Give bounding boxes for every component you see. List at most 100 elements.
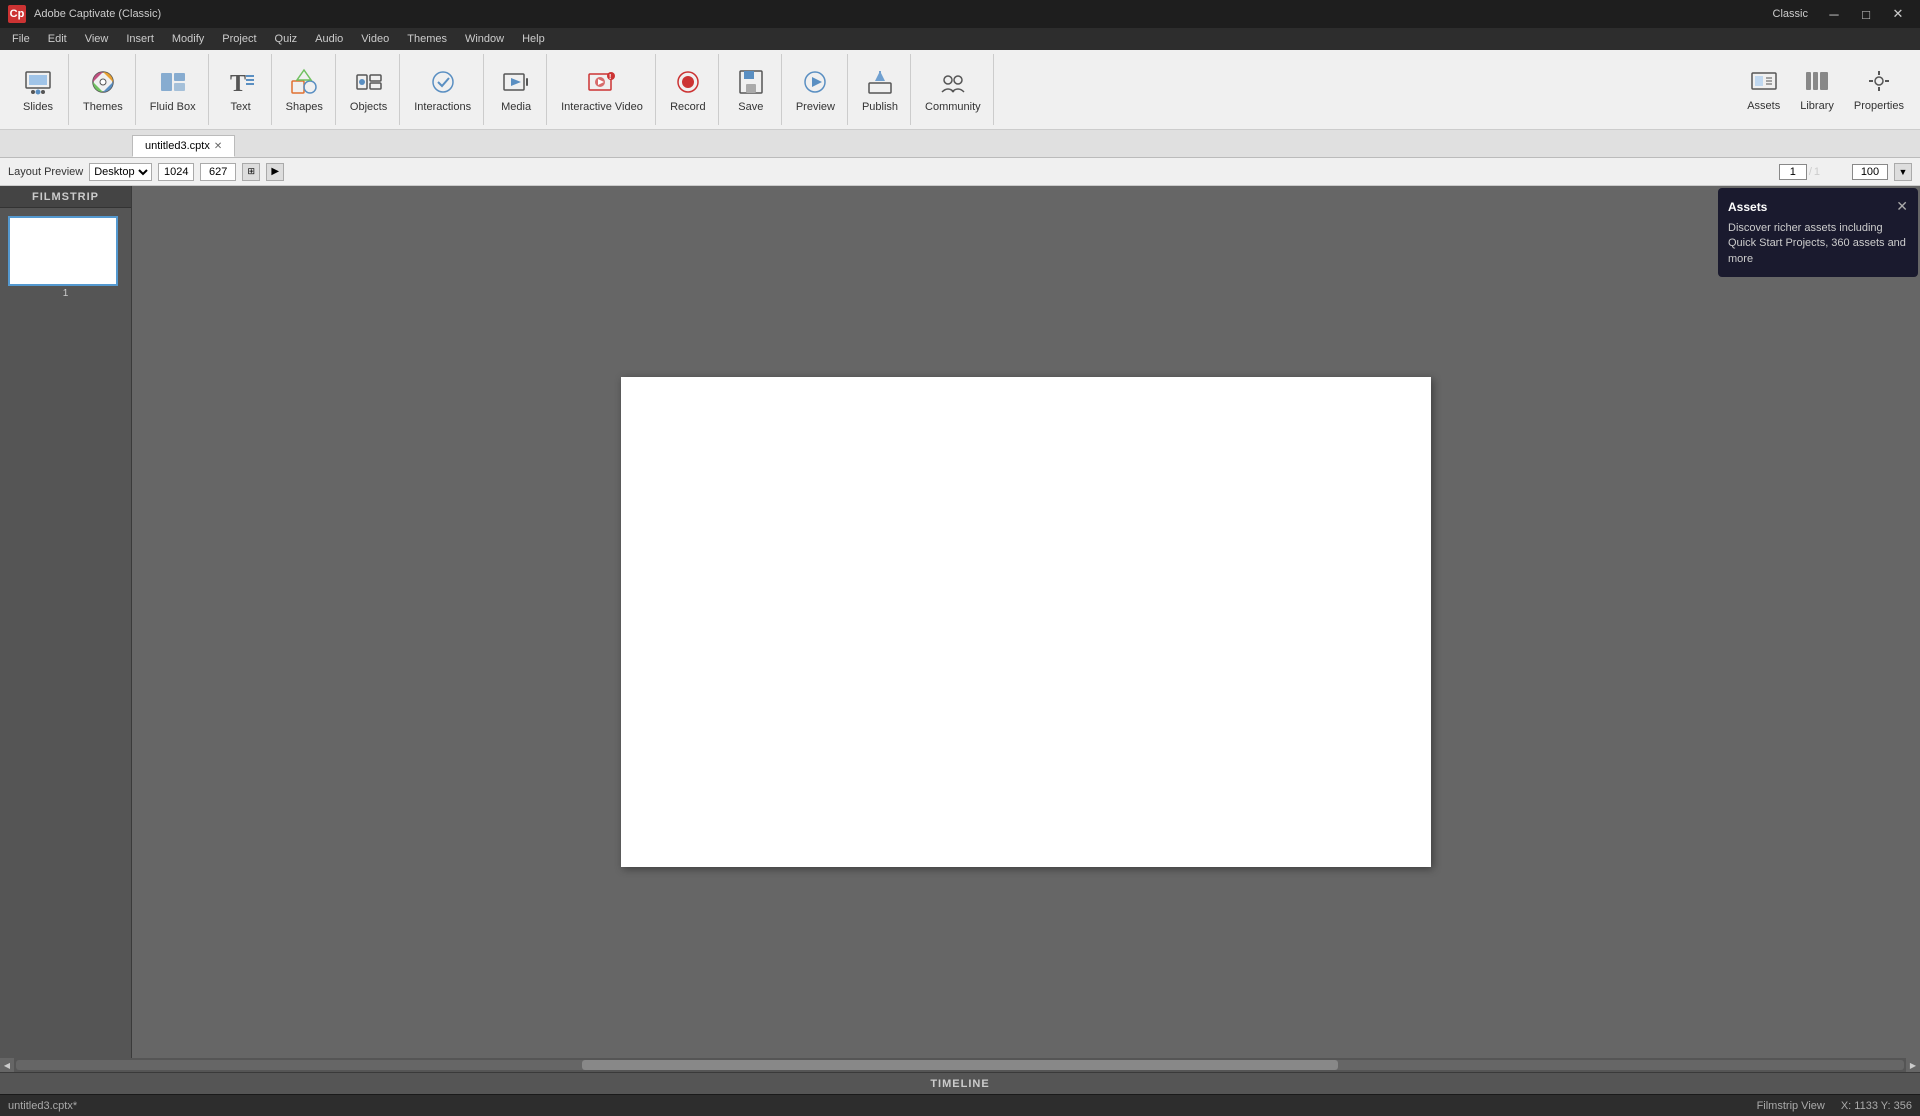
file-tab-close[interactable]: ✕: [214, 141, 222, 152]
tab-bar-area: untitled3.cptx ✕: [0, 130, 1920, 158]
menu-item-modify[interactable]: Modify: [164, 31, 212, 47]
menu-item-quiz[interactable]: Quiz: [267, 31, 306, 47]
assets-tooltip-close-button[interactable]: ✕: [1896, 198, 1908, 215]
media-button[interactable]: Media: [490, 56, 542, 124]
menu-item-audio[interactable]: Audio: [307, 31, 351, 47]
media-label: Media: [501, 101, 531, 113]
maximize-button[interactable]: □: [1852, 3, 1880, 25]
properties-icon: [1865, 67, 1893, 98]
assets-tooltip: Assets ✕ Discover richer assets includin…: [1718, 188, 1918, 277]
menu-item-insert[interactable]: Insert: [118, 31, 162, 47]
height-input[interactable]: [200, 163, 236, 181]
shapes-button[interactable]: Shapes: [278, 56, 331, 124]
assets-label: Assets: [1747, 100, 1780, 112]
slide-canvas[interactable]: [621, 377, 1431, 867]
minimize-button[interactable]: ─: [1820, 3, 1848, 25]
interactions-button[interactable]: Interactions: [406, 56, 479, 124]
width-input[interactable]: [158, 163, 194, 181]
page-separator: /: [1809, 166, 1812, 178]
properties-label: Properties: [1854, 100, 1904, 112]
objects-button[interactable]: Objects: [342, 56, 395, 124]
media-group: Media: [486, 54, 547, 125]
shapes-icon: [288, 66, 320, 98]
interactive-video-label: Interactive Video: [561, 101, 643, 113]
zoom-input[interactable]: [1852, 164, 1888, 180]
interactive-video-button[interactable]: ! Interactive Video: [553, 56, 651, 124]
status-view: Filmstrip View: [1757, 1100, 1825, 1112]
play-preview-button[interactable]: ▶: [266, 163, 284, 181]
filmstrip-content: 1: [0, 208, 131, 1058]
scroll-left-button[interactable]: ◀: [0, 1058, 14, 1072]
fluid-box-group: Fluid Box: [138, 54, 209, 125]
media-icon: [500, 66, 532, 98]
menu-item-video[interactable]: Video: [353, 31, 397, 47]
slide-controls-bar: Layout Preview Desktop ⊞ ▶ / 1 ▼: [0, 158, 1920, 186]
slide-thumbnail[interactable]: [8, 216, 118, 286]
menu-item-file[interactable]: File: [4, 31, 38, 47]
menu-item-view[interactable]: View: [77, 31, 117, 47]
slide-thumb-inner: [10, 218, 116, 284]
main-layout: FILMSTRIP 1 1024 1133 Assets ✕ Discover …: [0, 186, 1920, 1058]
slides-icon: [22, 66, 54, 98]
preview-group: Preview: [784, 54, 848, 125]
zoom-dropdown-button[interactable]: ▼: [1894, 163, 1912, 181]
assets-icon: [1750, 67, 1778, 98]
titlebar: Cp Adobe Captivate (Classic) Classic ─ □…: [0, 0, 1920, 28]
slide-number-label: 1: [8, 288, 123, 299]
library-button[interactable]: Library: [1792, 56, 1842, 124]
fluid-box-button[interactable]: Fluid Box: [142, 56, 204, 124]
right-toolbar: Assets Library Properties: [1739, 56, 1912, 124]
menu-item-window[interactable]: Window: [457, 31, 512, 47]
scroll-thumb[interactable]: [582, 1060, 1337, 1070]
record-icon: [672, 66, 704, 98]
record-button[interactable]: Record: [662, 56, 714, 124]
app-logo: Cp: [8, 5, 26, 23]
interactive-video-group: ! Interactive Video: [549, 54, 656, 125]
preset-label: Classic: [1773, 8, 1808, 20]
scroll-right-button[interactable]: ▶: [1906, 1058, 1920, 1072]
objects-label: Objects: [350, 101, 387, 113]
menu-item-project[interactable]: Project: [214, 31, 264, 47]
preview-button[interactable]: Preview: [788, 56, 843, 124]
canvas-area: 1024 1133 Assets ✕ Discover richer asset…: [132, 186, 1920, 1058]
text-icon: T: [225, 66, 257, 98]
assets-tooltip-description: Discover richer assets including Quick S…: [1728, 221, 1908, 267]
interactions-icon: [427, 66, 459, 98]
interactions-group: Interactions: [402, 54, 484, 125]
publish-button[interactable]: Publish: [854, 56, 906, 124]
properties-button[interactable]: Properties: [1846, 56, 1912, 124]
save-group: Save: [721, 54, 782, 125]
responsive-icon[interactable]: ⊞: [242, 163, 260, 181]
slides-group: Slides: [8, 54, 69, 125]
publish-group: Publish: [850, 54, 911, 125]
titlebar-left: Cp Adobe Captivate (Classic): [8, 5, 161, 23]
scroll-track[interactable]: [16, 1060, 1904, 1070]
fluid-box-label: Fluid Box: [150, 101, 196, 113]
fluid-box-icon: [157, 66, 189, 98]
community-icon: [937, 66, 969, 98]
themes-icon: [87, 66, 119, 98]
layout-select[interactable]: Desktop: [89, 163, 152, 181]
menu-item-edit[interactable]: Edit: [40, 31, 75, 47]
assets-button[interactable]: Assets: [1739, 56, 1788, 124]
close-button[interactable]: ✕: [1884, 3, 1912, 25]
save-button[interactable]: Save: [725, 56, 777, 124]
svg-text:T: T: [230, 71, 246, 97]
menu-item-themes[interactable]: Themes: [399, 31, 455, 47]
text-group: T Text: [211, 54, 272, 125]
slides-label: Slides: [23, 101, 53, 113]
menu-item-help[interactable]: Help: [514, 31, 553, 47]
page-number-input[interactable]: [1779, 164, 1807, 180]
themes-button[interactable]: Themes: [75, 56, 131, 124]
assets-tooltip-header: Assets ✕: [1728, 198, 1908, 215]
text-button[interactable]: T Text: [215, 56, 267, 124]
community-button[interactable]: Community: [917, 56, 989, 124]
save-icon: [735, 66, 767, 98]
preview-icon: [799, 66, 831, 98]
file-tab[interactable]: untitled3.cptx ✕: [132, 135, 235, 157]
objects-icon: [353, 66, 385, 98]
timeline-bar: TIMELINE: [0, 1072, 1920, 1094]
slides-button[interactable]: Slides: [12, 56, 64, 124]
text-label: Text: [231, 101, 251, 113]
publish-label: Publish: [862, 101, 898, 113]
